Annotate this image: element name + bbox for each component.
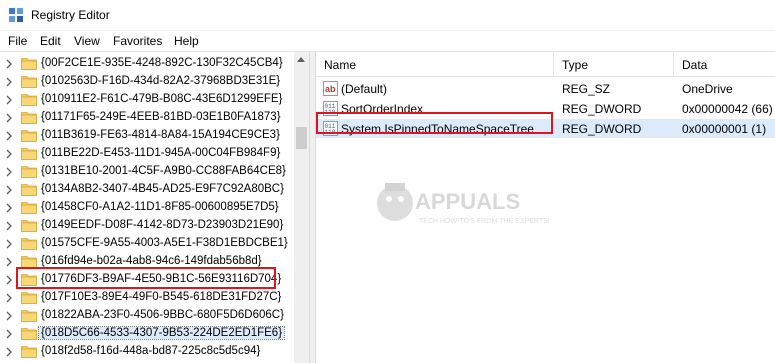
menu-view[interactable]: View: [74, 34, 100, 48]
tree-item[interactable]: {017F10E3-89E4-49F0-B545-618DE31FD27C}: [0, 288, 294, 308]
scroll-up-icon[interactable]: [297, 57, 305, 62]
chevron-right-icon[interactable]: [4, 310, 14, 322]
folder-icon: [21, 346, 37, 358]
folder-icon: [21, 76, 37, 88]
value-name: (Default): [341, 82, 388, 96]
pane-splitter[interactable]: [309, 52, 316, 363]
column-header-type[interactable]: Type: [554, 52, 674, 76]
watermark-tagline: TECH HOW-TO'S FROM THE EXPERTS!: [419, 218, 550, 225]
chevron-right-icon[interactable]: [4, 76, 14, 88]
tree-item[interactable]: {010911E2-F61C-479B-B08C-43E6D1299EFE}: [0, 90, 294, 110]
header-divider: [316, 76, 775, 77]
window-title: Registry Editor: [31, 8, 110, 22]
chevron-right-icon[interactable]: [4, 58, 14, 70]
tree-item-label: {011BE22D-E453-11D1-945A-00C04FB984F9}: [41, 147, 281, 159]
folder-icon: [21, 58, 37, 70]
tree-item-label: {018f2d58-f16d-448a-bd87-225c8c5d5c94}: [41, 345, 261, 357]
chevron-right-icon[interactable]: [4, 292, 14, 304]
tree-item-label: {0134A8B2-3407-4B45-AD25-E9F7C92A80BC}: [41, 183, 284, 195]
folder-icon: [21, 220, 37, 232]
folder-icon: [21, 166, 37, 178]
svg-text:ab: ab: [325, 84, 336, 94]
folder-icon: [21, 238, 37, 250]
scroll-thumb[interactable]: [296, 127, 307, 149]
tree-item[interactable]: {00F2CE1E-935E-4248-892C-130F32C45CB4}: [0, 54, 294, 74]
tree-item[interactable]: {0134A8B2-3407-4B45-AD25-E9F7C92A80BC}: [0, 180, 294, 200]
folder-icon: [21, 202, 37, 214]
folder-icon: [21, 130, 37, 142]
chevron-right-icon[interactable]: [4, 130, 14, 142]
tree-annotation-box: [16, 267, 276, 289]
value-type: REG_SZ: [562, 82, 611, 96]
tree-item-label: {011B3619-FE63-4814-8A84-15A194CE9CE3}: [41, 129, 280, 141]
string-value-icon: ab: [323, 81, 338, 96]
value-type: REG_DWORD: [562, 102, 642, 116]
tree-item[interactable]: {01171F65-249E-4EEB-81BD-03E1B0FA1873}: [0, 108, 294, 128]
folder-icon: [21, 112, 37, 124]
watermark-brand: APPUALS: [415, 189, 520, 214]
chevron-right-icon[interactable]: [4, 328, 14, 340]
tree-item-label: {01171F65-249E-4EEB-81BD-03E1B0FA1873}: [41, 111, 281, 123]
tree-item-label: {0149EEDF-D08F-4142-8D73-D23903D21E90}: [41, 219, 284, 231]
tree-item-label: {0102563D-F16D-434d-82A2-37968BD3E31E}: [41, 75, 281, 87]
folder-icon: [21, 184, 37, 196]
value-data: 0x00000042 (66): [682, 102, 773, 116]
value-row[interactable]: ab (Default) REG_SZ OneDrive: [316, 79, 775, 98]
chevron-right-icon[interactable]: [4, 94, 14, 106]
folder-icon: [21, 310, 37, 322]
chevron-right-icon[interactable]: [4, 256, 14, 268]
key-tree[interactable]: {00F2CE1E-935E-4248-892C-130F32C45CB4} {0…: [0, 52, 309, 363]
chevron-right-icon[interactable]: [4, 202, 14, 214]
folder-icon: [21, 148, 37, 160]
tree-item[interactable]: {018D5C66-4533-4307-9B53-224DE2ED1FE6}: [0, 324, 294, 344]
chevron-right-icon[interactable]: [4, 184, 14, 196]
tree-item-label: {017F10E3-89E4-49F0-B545-618DE31FD27C}: [41, 291, 282, 303]
chevron-right-icon[interactable]: [4, 148, 14, 160]
tree-item[interactable]: {011B3619-FE63-4814-8A84-15A194CE9CE3}: [0, 126, 294, 146]
tree-item[interactable]: {01575CFE-9A55-4003-A5E1-F38D1EBDCBE1}: [0, 234, 294, 254]
appuals-watermark: APPUALS TECH HOW-TO'S FROM THE EXPERTS!: [377, 183, 550, 225]
chevron-right-icon[interactable]: [4, 346, 14, 358]
tree-item[interactable]: {011BE22D-E453-11D1-945A-00C04FB984F9}: [0, 144, 294, 164]
tree-item-label: {00F2CE1E-935E-4248-892C-130F32C45CB4}: [41, 57, 283, 69]
chevron-right-icon[interactable]: [4, 220, 14, 232]
column-header-data[interactable]: Data: [674, 52, 775, 76]
column-header-name[interactable]: Name: [316, 52, 554, 76]
tree-item-label: {010911E2-F61C-479B-B08C-43E6D1299EFE}: [41, 93, 283, 105]
chevron-right-icon[interactable]: [4, 238, 14, 250]
folder-icon: [21, 94, 37, 106]
tree-item[interactable]: {01822ABA-23F0-4506-9BBC-680F5D6D606C}: [0, 306, 294, 326]
title-bar: Registry Editor: [0, 0, 775, 31]
tree-item[interactable]: {0131BE10-2001-4C5F-A9B0-CC88FAB64CE8}: [0, 162, 294, 182]
tree-item-label: {0131BE10-2001-4C5F-A9B0-CC88FAB64CE8}: [41, 165, 286, 177]
list-annotation-box: [316, 112, 553, 134]
tree-item[interactable]: {01458CF0-A1A2-11D1-8F85-00600895E7D5}: [0, 198, 294, 218]
chevron-right-icon[interactable]: [4, 274, 14, 286]
tree-item-label: {016fd94e-b02a-4ab8-94c6-149fdab56b8d}: [41, 255, 262, 267]
tree-item-label: {01575CFE-9A55-4003-A5E1-F38D1EBDCBE1}: [41, 237, 288, 249]
menu-favorites[interactable]: Favorites: [113, 34, 162, 48]
registry-editor-icon: [9, 8, 23, 22]
value-data: 0x00000001 (1): [682, 122, 767, 136]
value-type: REG_DWORD: [562, 122, 642, 136]
folder-icon: [21, 328, 37, 340]
folder-icon: [21, 292, 37, 304]
chevron-right-icon[interactable]: [4, 166, 14, 178]
tree-item[interactable]: {0149EEDF-D08F-4142-8D73-D23903D21E90}: [0, 216, 294, 236]
tree-item-label: {01458CF0-A1A2-11D1-8F85-00600895E7D5}: [41, 201, 279, 213]
menu-bar: File Edit View Favorites Help: [0, 31, 775, 51]
tree-scrollbar[interactable]: [294, 52, 309, 363]
chevron-right-icon[interactable]: [4, 112, 14, 124]
menu-edit[interactable]: Edit: [40, 34, 61, 48]
menu-file[interactable]: File: [8, 34, 27, 48]
menu-help[interactable]: Help: [174, 34, 199, 48]
value-data: OneDrive: [682, 82, 733, 96]
tree-item-label: {018D5C66-4533-4307-9B53-224DE2ED1FE6}: [37, 326, 286, 340]
tree-item-label: {01822ABA-23F0-4506-9BBC-680F5D6D606C}: [41, 309, 284, 321]
tree-item[interactable]: {018f2d58-f16d-448a-bd87-225c8c5d5c94}: [0, 342, 294, 362]
tree-item[interactable]: {0102563D-F16D-434d-82A2-37968BD3E31E}: [0, 72, 294, 92]
